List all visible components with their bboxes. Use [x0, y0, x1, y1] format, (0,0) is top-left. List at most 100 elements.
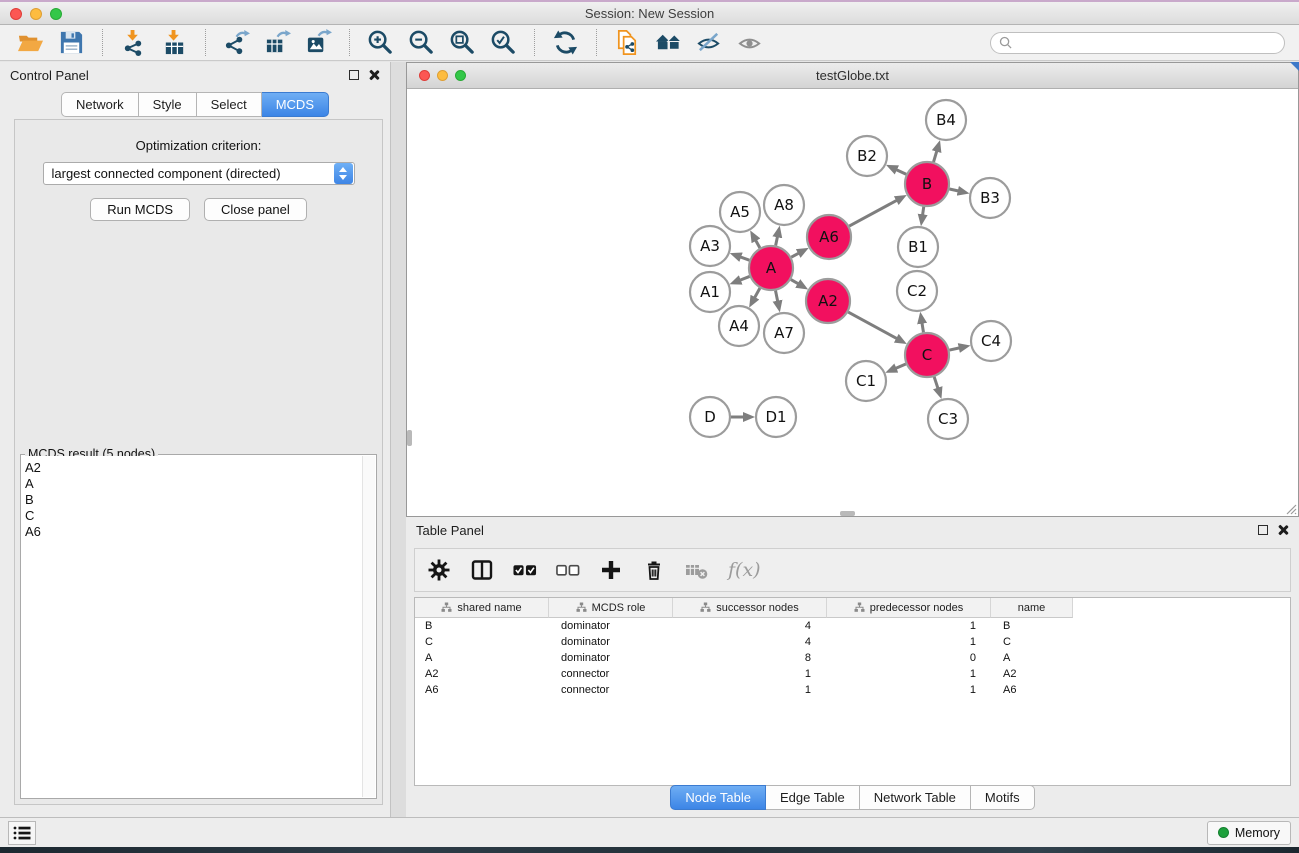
- table-cell[interactable]: 1: [673, 668, 827, 680]
- table-cell[interactable]: 1: [827, 620, 991, 632]
- table-cell[interactable]: 8: [673, 652, 827, 664]
- tab-mcds[interactable]: MCDS: [262, 92, 329, 117]
- tab-edge-table[interactable]: Edge Table: [766, 785, 860, 810]
- vertical-scrollbar-thumb[interactable]: [407, 430, 412, 446]
- graph-node-C[interactable]: C: [905, 333, 949, 377]
- horizontal-scrollbar-thumb[interactable]: [840, 511, 855, 516]
- delete-column-button[interactable]: [642, 558, 666, 582]
- table-cell[interactable]: B: [991, 620, 1073, 632]
- table-row[interactable]: Bdominator41B: [415, 618, 1290, 634]
- table-settings-button[interactable]: [427, 558, 451, 582]
- table-cell[interactable]: 1: [673, 684, 827, 696]
- table-cell[interactable]: 4: [673, 636, 827, 648]
- zoom-window-button[interactable]: [50, 8, 62, 20]
- minimize-window-button[interactable]: [30, 8, 42, 20]
- close-panel-button[interactable]: Close panel: [204, 198, 307, 221]
- tab-select[interactable]: Select: [197, 92, 262, 117]
- close-panel-icon[interactable]: [369, 70, 380, 81]
- first-neighbors-button[interactable]: [653, 28, 684, 57]
- graph-node-A[interactable]: A: [749, 246, 793, 290]
- fit-content-button[interactable]: [447, 28, 478, 57]
- float-panel-icon[interactable]: [1258, 525, 1268, 535]
- tab-motifs[interactable]: Motifs: [971, 785, 1035, 810]
- table-cell[interactable]: dominator: [549, 636, 673, 648]
- table-cell[interactable]: 4: [673, 620, 827, 632]
- export-table-button[interactable]: [262, 28, 293, 57]
- task-history-button[interactable]: [8, 821, 36, 845]
- graph-node-A1[interactable]: A1: [690, 272, 730, 312]
- criterion-select[interactable]: largest connected component (directed): [43, 162, 355, 185]
- table-cell[interactable]: C: [415, 636, 549, 648]
- graph-node-A7[interactable]: A7: [764, 313, 804, 353]
- table-cell[interactable]: C: [991, 636, 1073, 648]
- table-cell[interactable]: A: [415, 652, 549, 664]
- table-cell[interactable]: connector: [549, 684, 673, 696]
- tab-network[interactable]: Network: [61, 92, 139, 117]
- graph-node-A8[interactable]: A8: [764, 185, 804, 225]
- table-cell[interactable]: 1: [827, 668, 991, 680]
- graph-node-A3[interactable]: A3: [690, 226, 730, 266]
- network-close-button[interactable]: [419, 70, 430, 81]
- memory-button[interactable]: Memory: [1207, 821, 1291, 845]
- result-list-item[interactable]: A: [25, 476, 362, 492]
- table-row[interactable]: A2connector11A2: [415, 666, 1290, 682]
- table-cell[interactable]: connector: [549, 668, 673, 680]
- network-zoom-button[interactable]: [455, 70, 466, 81]
- show-hidden-button[interactable]: [735, 28, 766, 57]
- table-cell[interactable]: dominator: [549, 620, 673, 632]
- result-list-item[interactable]: C: [25, 508, 362, 524]
- result-list-item[interactable]: A2: [25, 460, 362, 476]
- result-scrollbar[interactable]: [362, 456, 375, 797]
- graph-node-B1[interactable]: B1: [898, 227, 938, 267]
- table-cell[interactable]: dominator: [549, 652, 673, 664]
- graph-node-A5[interactable]: A5: [720, 192, 760, 232]
- select-all-button[interactable]: [513, 558, 537, 582]
- resize-grip-icon[interactable]: [1284, 502, 1297, 515]
- graph-node-B4[interactable]: B4: [926, 100, 966, 140]
- search-box[interactable]: [990, 32, 1285, 54]
- graph-node-C3[interactable]: C3: [928, 399, 968, 439]
- table-cell[interactable]: B: [415, 620, 549, 632]
- column-header-predecessor-nodes[interactable]: predecessor nodes: [827, 598, 991, 618]
- graph-node-A6[interactable]: A6: [807, 215, 851, 259]
- graph-node-B2[interactable]: B2: [847, 136, 887, 176]
- hide-selected-button[interactable]: [694, 28, 725, 57]
- import-table-button[interactable]: [159, 28, 190, 57]
- run-mcds-button[interactable]: Run MCDS: [90, 198, 190, 221]
- deselect-all-button[interactable]: [556, 558, 580, 582]
- open-session-button[interactable]: [15, 28, 46, 57]
- table-row[interactable]: Cdominator41C: [415, 634, 1290, 650]
- table-row[interactable]: Adominator80A: [415, 650, 1290, 666]
- graph-node-C1[interactable]: C1: [846, 361, 886, 401]
- network-canvas[interactable]: B4B2BB3B1A5A8A6A3AA1A2C2A4A7CC4C1C3DD1: [407, 89, 1298, 516]
- zoom-selected-button[interactable]: [488, 28, 519, 57]
- column-header-successor-nodes[interactable]: successor nodes: [673, 598, 827, 618]
- tab-network-table[interactable]: Network Table: [860, 785, 971, 810]
- table-cell[interactable]: A6: [415, 684, 549, 696]
- close-panel-icon[interactable]: [1278, 525, 1289, 536]
- export-image-button[interactable]: [303, 28, 334, 57]
- table-cell[interactable]: A2: [415, 668, 549, 680]
- import-network-button[interactable]: [118, 28, 149, 57]
- search-input[interactable]: [1017, 36, 1276, 50]
- tab-style[interactable]: Style: [139, 92, 197, 117]
- network-minimize-button[interactable]: [437, 70, 448, 81]
- graph-node-B3[interactable]: B3: [970, 178, 1010, 218]
- column-header-shared-name[interactable]: shared name: [415, 598, 549, 618]
- graph-node-C4[interactable]: C4: [971, 321, 1011, 361]
- zoom-in-button[interactable]: [365, 28, 396, 57]
- table-cell[interactable]: A: [991, 652, 1073, 664]
- show-columns-button[interactable]: [470, 558, 494, 582]
- column-header-name[interactable]: name: [991, 598, 1073, 618]
- table-cell[interactable]: A2: [991, 668, 1073, 680]
- export-network-button[interactable]: [221, 28, 252, 57]
- column-header-mcds-role[interactable]: MCDS role: [549, 598, 673, 618]
- table-row[interactable]: A6connector11A6: [415, 682, 1290, 698]
- result-list-item[interactable]: A6: [25, 524, 362, 540]
- graph-node-D1[interactable]: D1: [756, 397, 796, 437]
- save-session-button[interactable]: [56, 28, 87, 57]
- new-network-from-selection-button[interactable]: [612, 28, 643, 57]
- table-cell[interactable]: 1: [827, 684, 991, 696]
- float-panel-icon[interactable]: [349, 70, 359, 80]
- graph-node-D[interactable]: D: [690, 397, 730, 437]
